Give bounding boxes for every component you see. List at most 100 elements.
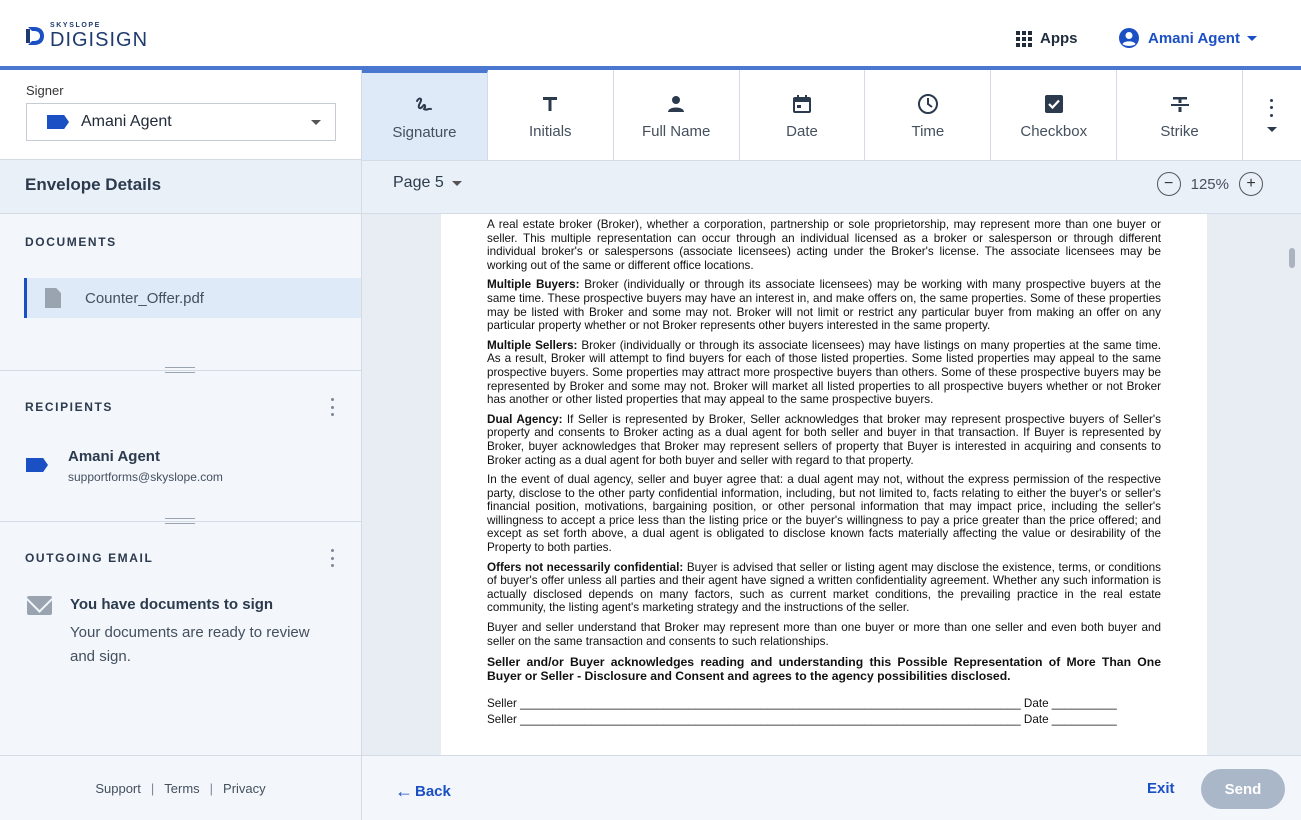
logo-main-text: DIGISIGN xyxy=(50,29,149,51)
clock-icon xyxy=(917,91,939,117)
envelope-details-header: Envelope Details xyxy=(0,160,361,214)
signer-label: Signer xyxy=(26,83,64,98)
email-subject: You have documents to sign xyxy=(70,596,274,613)
recipients-title: RECIPIENTS xyxy=(25,400,114,414)
tool-label: Initials xyxy=(529,122,572,140)
signer-section: Signer Amani Agent xyxy=(0,70,361,160)
checkbox-icon xyxy=(1044,91,1064,117)
tool-full-name[interactable]: Full Name xyxy=(614,70,740,160)
doc-paragraph: A real estate broker (Broker), whether a… xyxy=(487,218,1161,272)
footer-separator: | xyxy=(150,780,155,796)
viewer-header: Page 5 − 125% + xyxy=(362,161,1301,214)
doc-text: Broker (individually or through its asso… xyxy=(487,278,1161,333)
tool-label: Time xyxy=(911,122,945,140)
signer-tag-icon xyxy=(47,115,69,129)
footer-links: Support | Terms | Privacy xyxy=(0,755,361,820)
document-name: Counter_Offer.pdf xyxy=(85,289,204,307)
chevron-down-icon xyxy=(311,120,321,125)
viewer-scrollbar[interactable] xyxy=(1289,248,1295,268)
recipient-email: supportforms@skyslope.com xyxy=(68,470,223,484)
seller-signature-line: Seller _________________________________… xyxy=(487,697,1117,711)
seller-signature-line: Seller _________________________________… xyxy=(487,713,1117,726)
doc-heading: Dual Agency: xyxy=(487,412,563,426)
document-item[interactable]: Counter_Offer.pdf xyxy=(24,278,361,318)
zoom-out-button[interactable]: − xyxy=(1156,172,1181,196)
chevron-down-icon xyxy=(1246,35,1257,41)
mail-icon xyxy=(27,596,52,615)
signer-selected-name: Amani Agent xyxy=(81,113,172,130)
document-page[interactable]: A real estate broker (Broker), whether a… xyxy=(441,214,1207,755)
signature-icon xyxy=(414,92,434,118)
doc-paragraph: Buyer and seller understand that Broker … xyxy=(487,621,1161,648)
exit-button[interactable]: Exit xyxy=(1147,780,1175,797)
zoom-in-button[interactable]: + xyxy=(1239,172,1263,196)
recipient-tag-icon xyxy=(26,458,48,472)
user-name: Amani Agent xyxy=(1148,29,1240,47)
privacy-link[interactable]: Privacy xyxy=(223,781,266,796)
left-panel: Signer Amani Agent Envelope Details DOCU… xyxy=(0,70,362,820)
doc-paragraph: Dual Agency: If Seller is represented by… xyxy=(487,413,1161,467)
doc-paragraph: Multiple Buyers: Broker (individually or… xyxy=(487,278,1161,332)
back-button[interactable]: ← Back xyxy=(395,781,451,802)
recipient-name: Amani Agent xyxy=(68,448,160,465)
calendar-icon xyxy=(792,91,812,117)
apps-label: Apps xyxy=(1040,30,1078,47)
strikethrough-icon xyxy=(1170,91,1190,117)
tool-initials[interactable]: Initials xyxy=(488,70,614,160)
page-select[interactable]: Page 5 xyxy=(393,174,462,192)
initials-icon xyxy=(541,91,559,117)
document-viewer[interactable]: A real estate broker (Broker), whether a… xyxy=(362,214,1301,755)
doc-paragraph: Multiple Sellers: Broker (individually o… xyxy=(487,339,1161,407)
tool-checkbox[interactable]: Checkbox xyxy=(991,70,1118,160)
more-tools-button[interactable] xyxy=(1243,70,1301,160)
support-link[interactable]: Support xyxy=(95,781,141,796)
field-toolbar: Signature Initials Full Name Date Time C… xyxy=(362,70,1301,161)
zoom-value: 125% xyxy=(1190,175,1229,193)
tool-label: Checkbox xyxy=(1020,122,1088,140)
file-icon xyxy=(45,288,61,308)
documents-title: DOCUMENTS xyxy=(25,235,117,249)
back-label: Back xyxy=(415,783,451,800)
bottom-bar: ← Back Exit Send xyxy=(362,755,1301,820)
acknowledgement-text: Seller and/or Buyer acknowledges reading… xyxy=(487,655,1161,683)
tool-strike[interactable]: Strike xyxy=(1117,70,1244,160)
send-button[interactable]: Send xyxy=(1201,769,1285,809)
outgoing-email-title: OUTGOING EMAIL xyxy=(25,551,154,565)
person-icon xyxy=(667,91,685,117)
tool-signature[interactable]: Signature xyxy=(362,70,488,160)
email-body: Your documents are ready to review and s… xyxy=(70,624,310,665)
envelope-details-title: Envelope Details xyxy=(25,175,162,194)
tool-time[interactable]: Time xyxy=(865,70,992,160)
chevron-down-icon xyxy=(1266,126,1277,132)
apps-grid-icon xyxy=(1016,30,1032,47)
chevron-down-icon xyxy=(451,180,462,186)
tool-label: Date xyxy=(786,122,818,140)
section-divider xyxy=(0,521,361,522)
doc-text: If Seller is represented by Broker, Sell… xyxy=(487,412,1161,467)
user-avatar-icon xyxy=(1119,28,1139,48)
arrow-left-icon: ← xyxy=(395,781,413,801)
page-label: Page 5 xyxy=(393,174,444,191)
recipients-more-icon[interactable] xyxy=(325,398,339,416)
user-menu-button[interactable]: Amani Agent xyxy=(1118,27,1257,49)
tool-label: Strike xyxy=(1160,122,1199,140)
digisign-logo[interactable]: SKYSLOPE DIGISIGN xyxy=(26,22,148,50)
apps-menu-button[interactable]: Apps xyxy=(1016,30,1078,47)
doc-heading: Multiple Buyers: xyxy=(487,278,580,292)
tool-label: Full Name xyxy=(641,122,711,140)
terms-link[interactable]: Terms xyxy=(164,781,199,796)
outgoing-email-more-icon[interactable] xyxy=(325,549,339,567)
more-vertical-icon xyxy=(1265,98,1279,117)
doc-paragraph: Offers not necessarily confidential: Buy… xyxy=(487,561,1161,615)
signer-select[interactable]: Amani Agent xyxy=(26,103,336,141)
doc-heading: Multiple Sellers: xyxy=(487,338,578,352)
top-bar: SKYSLOPE DIGISIGN Apps Amani Agent xyxy=(0,0,1301,66)
section-divider xyxy=(0,370,361,371)
skyslope-logo-icon xyxy=(26,27,44,45)
doc-heading: Offers not necessarily confidential: xyxy=(487,560,684,574)
zoom-controls: − 125% + xyxy=(1156,172,1263,196)
doc-paragraph: In the event of dual agency, seller and … xyxy=(487,473,1161,555)
tool-date[interactable]: Date xyxy=(740,70,866,160)
doc-text: Broker (individually or through its asso… xyxy=(487,338,1161,407)
tool-label: Signature xyxy=(392,124,457,141)
